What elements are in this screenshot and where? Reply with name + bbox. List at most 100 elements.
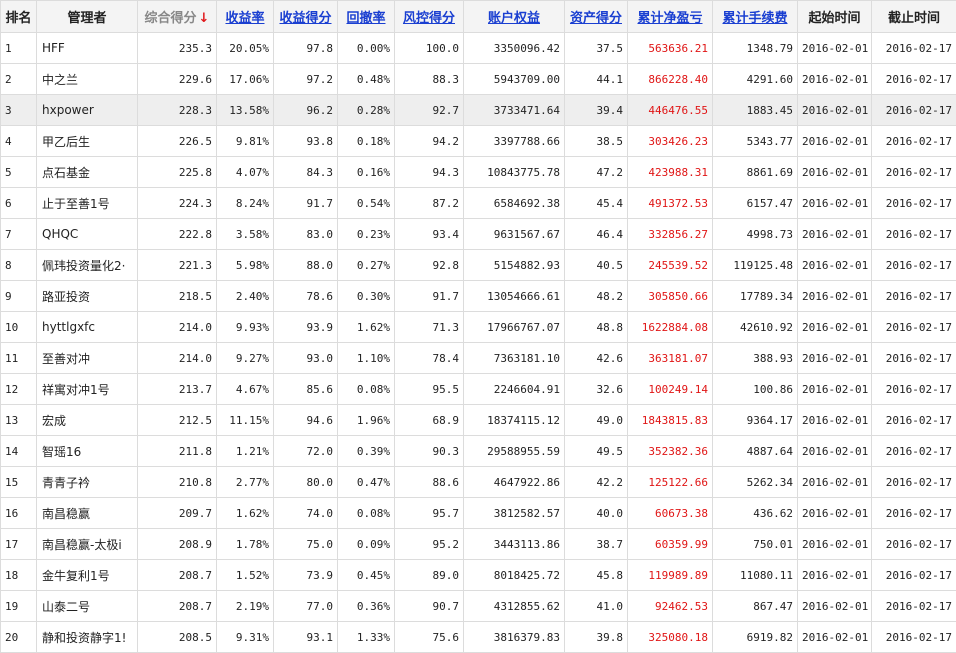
row-return-score: 73.9 — [274, 560, 338, 591]
row-start-time: 2016-02-01 — [798, 95, 872, 126]
header-risk-score-sort[interactable]: 风控得分 — [395, 1, 464, 33]
row-asset-score: 40.5 — [565, 250, 628, 281]
row-end-time: 2016-02-17 — [872, 343, 956, 374]
row-manager: 至善对冲 — [37, 343, 138, 374]
row-return-rate: 3.58% — [217, 219, 274, 250]
row-net-pnl: 303426.23 — [628, 126, 713, 157]
row-start-time: 2016-02-01 — [798, 281, 872, 312]
row-score: 208.9 — [138, 529, 217, 560]
row-manager: 甲乙后生 — [37, 126, 138, 157]
row-rank: 8 — [1, 250, 37, 281]
row-return-score: 84.3 — [274, 157, 338, 188]
row-asset-score: 47.2 — [565, 157, 628, 188]
row-drawdown: 0.36% — [338, 591, 395, 622]
row-asset-score: 41.0 — [565, 591, 628, 622]
row-risk-score: 75.6 — [395, 622, 464, 653]
row-end-time: 2016-02-17 — [872, 498, 956, 529]
row-rank: 3 — [1, 95, 37, 126]
row-equity: 4647922.86 — [464, 467, 565, 498]
row-asset-score: 46.4 — [565, 219, 628, 250]
row-fees: 6919.82 — [713, 622, 798, 653]
header-asset-score-sort[interactable]: 资产得分 — [565, 1, 628, 33]
row-risk-score: 94.3 — [395, 157, 464, 188]
row-asset-score: 32.6 — [565, 374, 628, 405]
row-risk-score: 92.8 — [395, 250, 464, 281]
header-score-sort[interactable]: 综合得分↓ — [138, 1, 217, 33]
row-drawdown: 0.08% — [338, 498, 395, 529]
row-risk-score: 90.7 — [395, 591, 464, 622]
header-fees-sort[interactable]: 累计手续费 — [713, 1, 798, 33]
row-fees: 11080.11 — [713, 560, 798, 591]
row-rank: 20 — [1, 622, 37, 653]
row-fees: 4887.64 — [713, 436, 798, 467]
row-net-pnl: 563636.21 — [628, 33, 713, 64]
row-end-time: 2016-02-17 — [872, 188, 956, 219]
row-risk-score: 88.3 — [395, 64, 464, 95]
sort-desc-arrow-icon: ↓ — [199, 11, 210, 26]
row-net-pnl: 866228.40 — [628, 64, 713, 95]
row-fees: 100.86 — [713, 374, 798, 405]
header-equity-sort[interactable]: 账户权益 — [464, 1, 565, 33]
row-equity: 10843775.78 — [464, 157, 565, 188]
header-return-rate-sort[interactable]: 收益率 — [217, 1, 274, 33]
row-start-time: 2016-02-01 — [798, 374, 872, 405]
row-rank: 10 — [1, 312, 37, 343]
row-fees: 5343.77 — [713, 126, 798, 157]
row-start-time: 2016-02-01 — [798, 591, 872, 622]
row-rank: 6 — [1, 188, 37, 219]
row-return-score: 93.8 — [274, 126, 338, 157]
row-score: 221.3 — [138, 250, 217, 281]
row-equity: 13054666.61 — [464, 281, 565, 312]
table-row: 12祥寓对冲1号213.74.67%85.60.08%95.52246604.9… — [1, 374, 956, 405]
row-rank: 1 — [1, 33, 37, 64]
row-fees: 4291.60 — [713, 64, 798, 95]
row-return-score: 96.2 — [274, 95, 338, 126]
row-drawdown: 1.10% — [338, 343, 395, 374]
row-end-time: 2016-02-17 — [872, 374, 956, 405]
row-rank: 2 — [1, 64, 37, 95]
row-return-rate: 2.77% — [217, 467, 274, 498]
table-row: 18金牛复利1号208.71.52%73.90.45%89.08018425.7… — [1, 560, 956, 591]
row-asset-score: 48.8 — [565, 312, 628, 343]
row-manager: 点石基金 — [37, 157, 138, 188]
header-net-pnl-sort[interactable]: 累计净盈亏 — [628, 1, 713, 33]
table-row: 3hxpower228.313.58%96.20.28%92.73733471.… — [1, 95, 956, 126]
row-asset-score: 38.5 — [565, 126, 628, 157]
table-row: 15青青子衿210.82.77%80.00.47%88.64647922.864… — [1, 467, 956, 498]
row-net-pnl: 92462.53 — [628, 591, 713, 622]
row-score: 210.8 — [138, 467, 217, 498]
row-asset-score: 48.2 — [565, 281, 628, 312]
row-net-pnl: 100249.14 — [628, 374, 713, 405]
row-score: 209.7 — [138, 498, 217, 529]
row-risk-score: 93.4 — [395, 219, 464, 250]
row-return-score: 94.6 — [274, 405, 338, 436]
row-risk-score: 94.2 — [395, 126, 464, 157]
row-fees: 1348.79 — [713, 33, 798, 64]
row-risk-score: 68.9 — [395, 405, 464, 436]
row-equity: 3443113.86 — [464, 529, 565, 560]
table-row: 20静和投资静字1!208.59.31%93.11.33%75.63816379… — [1, 622, 956, 653]
header-end-time: 截止时间 — [872, 1, 956, 33]
row-equity: 17966767.07 — [464, 312, 565, 343]
row-asset-score: 39.8 — [565, 622, 628, 653]
header-return-score-sort[interactable]: 收益得分 — [274, 1, 338, 33]
row-start-time: 2016-02-01 — [798, 126, 872, 157]
row-asset-score: 49.0 — [565, 405, 628, 436]
row-return-score: 91.7 — [274, 188, 338, 219]
row-drawdown: 0.45% — [338, 560, 395, 591]
row-start-time: 2016-02-01 — [798, 33, 872, 64]
row-rank: 5 — [1, 157, 37, 188]
row-rank: 12 — [1, 374, 37, 405]
row-return-score: 78.6 — [274, 281, 338, 312]
row-drawdown: 0.16% — [338, 157, 395, 188]
header-drawdown-sort[interactable]: 回撤率 — [338, 1, 395, 33]
row-end-time: 2016-02-17 — [872, 312, 956, 343]
row-net-pnl: 363181.07 — [628, 343, 713, 374]
row-end-time: 2016-02-17 — [872, 64, 956, 95]
header-start-time: 起始时间 — [798, 1, 872, 33]
row-manager: 山泰二号 — [37, 591, 138, 622]
row-score: 226.5 — [138, 126, 217, 157]
table-row: 7QHQC222.83.58%83.00.23%93.49631567.6746… — [1, 219, 956, 250]
row-manager: 止于至善1号 — [37, 188, 138, 219]
row-return-score: 74.0 — [274, 498, 338, 529]
